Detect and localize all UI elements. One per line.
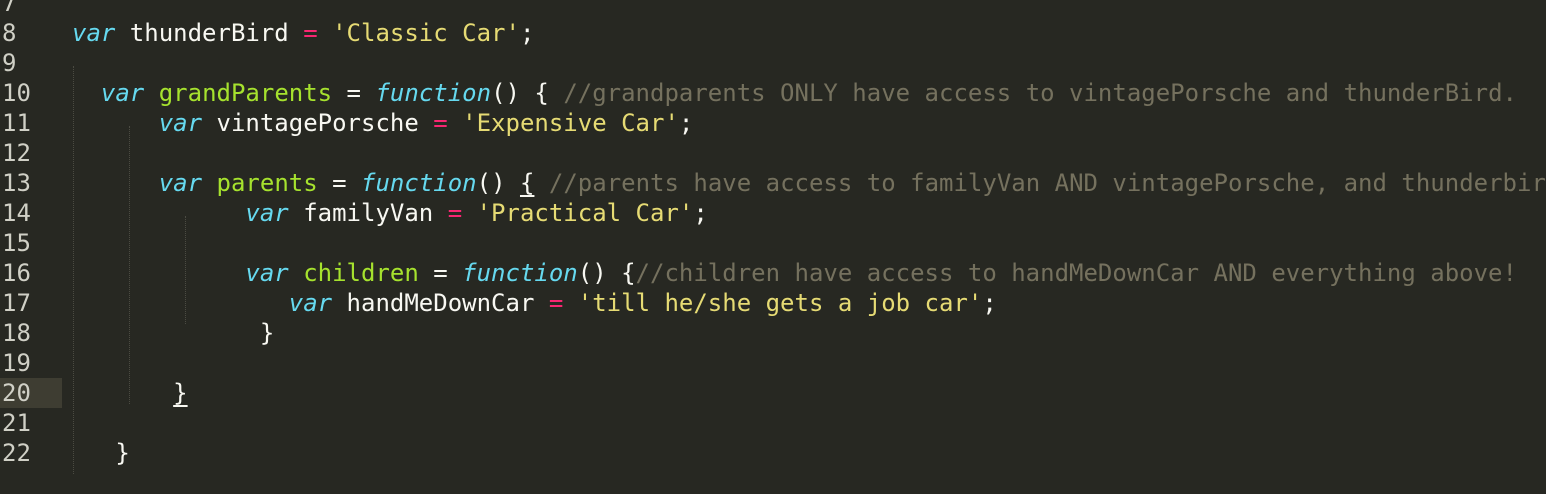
string-token: 'Classic Car': [332, 19, 520, 47]
code-text: }: [115, 439, 130, 467]
code-text: }: [259, 319, 275, 347]
code-text: =: [418, 259, 463, 287]
keyword-token: var: [158, 169, 203, 197]
matched-bracket: {: [519, 169, 535, 197]
keyword-token: var: [288, 289, 333, 317]
code-text: ;: [693, 199, 708, 227]
string-token: 'till he/she gets a job car': [577, 289, 983, 317]
keyword-token: function: [375, 79, 492, 107]
code-line[interactable]: }: [72, 438, 130, 468]
keyword-token: function: [361, 169, 477, 197]
code-text: =: [317, 169, 362, 197]
code-text: () {: [491, 79, 564, 107]
keyword-token: var: [158, 109, 203, 137]
comment-token: //parents have access to familyVan AND v…: [548, 169, 1546, 197]
code-line[interactable]: var children = function() {//children ha…: [72, 258, 1517, 288]
keyword-token: var: [72, 19, 116, 47]
code-text: thunderBird: [115, 19, 304, 47]
function-name-token: grandParents: [158, 79, 333, 107]
code-editor[interactable]: 7 8 9 10 11 12 13 14 15 16 17 18 19 20 21 22 var thunde…: [0, 0, 1546, 494]
code-text: familyVan: [288, 199, 448, 227]
code-text: ;: [982, 289, 997, 317]
function-name-token: parents: [216, 169, 318, 197]
code-line[interactable]: }: [72, 378, 188, 408]
operator-token: =: [433, 109, 448, 137]
keyword-token: var: [245, 199, 289, 227]
code-line[interactable]: }: [72, 318, 274, 348]
code-line[interactable]: var familyVan = 'Practical Car';: [72, 198, 708, 228]
code-line[interactable]: var grandParents = function() { //grandp…: [72, 78, 1517, 108]
operator-token: =: [548, 289, 564, 317]
code-line[interactable]: var handMeDownCar = 'till he/she gets a …: [72, 288, 997, 318]
string-token: 'Expensive Car': [462, 109, 679, 137]
code-text: ;: [519, 19, 535, 47]
string-token: 'Practical Car': [476, 199, 694, 227]
operator-token: =: [303, 19, 318, 47]
code-line[interactable]: var thunderBird = 'Classic Car';: [72, 18, 534, 48]
comment-token: //grandparents ONLY have access to vinta…: [563, 79, 1517, 107]
code-text: handMeDownCar: [332, 289, 549, 317]
code-text: vintagePorsche: [202, 109, 434, 137]
code-line[interactable]: var vintagePorsche = 'Expensive Car';: [72, 108, 694, 138]
keyword-token: function: [462, 259, 578, 287]
code-text: (): [476, 169, 520, 197]
code-text: () {: [577, 259, 636, 287]
code-text: ;: [678, 109, 694, 137]
comment-token: //children have access to handMeDownCar …: [635, 259, 1517, 287]
code-line[interactable]: var parents = function() { //parents hav…: [72, 168, 1546, 198]
code-area[interactable]: var thunderBird = 'Classic Car'; var gra…: [0, 0, 1546, 494]
matched-bracket: }: [173, 379, 188, 407]
function-name-token: children: [303, 259, 419, 287]
operator-token: =: [447, 199, 463, 227]
code-text: =: [332, 79, 376, 107]
keyword-token: var: [245, 259, 289, 287]
keyword-token: var: [100, 79, 145, 107]
